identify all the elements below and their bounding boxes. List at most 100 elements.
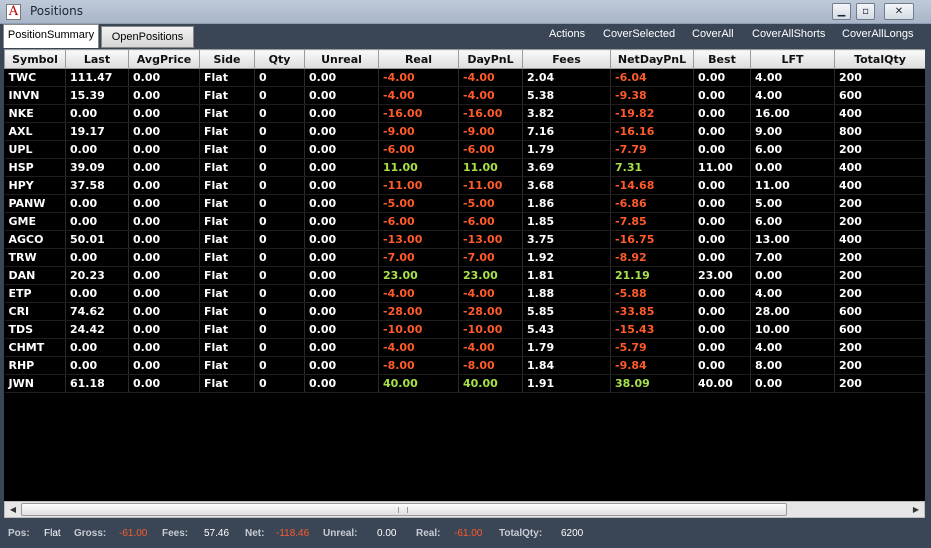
cover-all-shorts-button[interactable]: CoverAllShorts: [752, 28, 825, 40]
table-row[interactable]: CRI 74.62 0.00 Flat 0 0.00 -28.00 -28.00 5.85 -33…: [4, 302, 925, 321]
column-header-real[interactable]: Real: [378, 49, 459, 69]
cell-unreal: 0.00: [304, 374, 379, 393]
table-row[interactable]: UPL 0.00 0.00 Flat 0 0.00 -6.00 -6.00 1.79 -7.79 0…: [4, 140, 925, 159]
column-header-avgprice[interactable]: AvgPrice: [128, 49, 200, 69]
cell-unreal: 0.00: [304, 302, 379, 321]
cover-all-button[interactable]: CoverAll: [692, 28, 734, 40]
close-button[interactable]: ✕: [884, 3, 914, 20]
cell-unreal: 0.00: [304, 176, 379, 195]
positions-table: Symbol Last AvgPrice Side Qty Unreal Real DayPn…: [4, 49, 925, 393]
cell-netdaypnl: -5.88: [610, 284, 694, 303]
status-unreal-value: 0.00: [377, 528, 397, 539]
tab-open-positions[interactable]: OpenPositions: [101, 26, 194, 48]
table-row[interactable]: NKE 0.00 0.00 Flat 0 0.00 -16.00 -16.00 3.82 -19.…: [4, 104, 925, 123]
table-row[interactable]: PANW 0.00 0.00 Flat 0 0.00 -5.00 -5.00 1.86 -6.86…: [4, 194, 925, 213]
cell-last: 0.00: [65, 248, 129, 267]
table-row[interactable]: INVN 15.39 0.00 Flat 0 0.00 -4.00 -4.00 5.38 -9.3…: [4, 86, 925, 105]
status-totalqty-value: 6200: [561, 528, 584, 539]
cell-unreal: 0.00: [304, 266, 379, 285]
column-header-lft[interactable]: LFT: [750, 49, 835, 69]
cell-fees: 1.92: [522, 248, 611, 267]
cell-last: 61.18: [65, 374, 129, 393]
cover-all-longs-button[interactable]: CoverAllLongs: [842, 28, 914, 40]
cell-fees: 1.91: [522, 374, 611, 393]
column-header-symbol[interactable]: Symbol: [4, 49, 66, 69]
title-bar[interactable]: A Positions ▁ ▫ ✕: [0, 0, 931, 24]
cell-netdaypnl: -7.85: [610, 212, 694, 231]
table-row[interactable]: AGCO 50.01 0.00 Flat 0 0.00 -13.00 -13.00 3.75 -1…: [4, 230, 925, 249]
table-row[interactable]: AXL 19.17 0.00 Flat 0 0.00 -9.00 -9.00 7.16 -16.1…: [4, 122, 925, 141]
status-net-value: -118.46: [276, 528, 310, 539]
cell-side: Flat: [199, 68, 255, 87]
table-row[interactable]: CHMT 0.00 0.00 Flat 0 0.00 -4.00 -4.00 1.79 -5.79…: [4, 338, 925, 357]
horizontal-scrollbar[interactable]: ◀ ▶: [4, 501, 925, 518]
cell-qty: 0: [254, 104, 305, 123]
cell-qty: 0: [254, 266, 305, 285]
cell-totalqty: 200: [834, 194, 925, 213]
cell-last: 111.47: [65, 68, 129, 87]
cell-fees: 2.04: [522, 68, 611, 87]
cell-netdaypnl: -19.82: [610, 104, 694, 123]
column-header-side[interactable]: Side: [199, 49, 255, 69]
cell-totalqty: 600: [834, 320, 925, 339]
column-header-qty[interactable]: Qty: [254, 49, 305, 69]
cell-last: 0.00: [65, 140, 129, 159]
scroll-right-button[interactable]: ▶: [908, 502, 924, 517]
cell-symbol: DAN: [4, 266, 66, 285]
cell-real: -6.00: [378, 212, 459, 231]
cell-totalqty: 200: [834, 248, 925, 267]
table-row[interactable]: HSP 39.09 0.00 Flat 0 0.00 11.00 11.00 3.69 7.31 1…: [4, 158, 925, 177]
cell-lft: 10.00: [750, 320, 835, 339]
cell-last: 74.62: [65, 302, 129, 321]
table-row[interactable]: TWC 111.47 0.00 Flat 0 0.00 -4.00 -4.00 2.04 -6.0…: [4, 68, 925, 87]
cell-daypnl: -4.00: [458, 86, 523, 105]
column-header-best[interactable]: Best: [693, 49, 751, 69]
column-header-unreal[interactable]: Unreal: [304, 49, 379, 69]
column-header-netdaypnl[interactable]: NetDayPnL: [610, 49, 694, 69]
actions-menu[interactable]: Actions: [549, 28, 585, 40]
positions-window: A Positions ▁ ▫ ✕ PositionSummary OpenPo…: [0, 0, 931, 548]
cell-best: 0.00: [693, 86, 751, 105]
cover-selected-button[interactable]: CoverSelected: [603, 28, 675, 40]
cell-lft: 4.00: [750, 86, 835, 105]
cell-avgprice: 0.00: [128, 284, 200, 303]
table-header-row: Symbol Last AvgPrice Side Qty Unreal Real DayPn…: [4, 49, 925, 69]
maximize-button[interactable]: ▫: [856, 3, 875, 20]
cell-totalqty: 400: [834, 104, 925, 123]
table-row[interactable]: GME 0.00 0.00 Flat 0 0.00 -6.00 -6.00 1.85 -7.85 0…: [4, 212, 925, 231]
cell-qty: 0: [254, 212, 305, 231]
table-row[interactable]: HPY 37.58 0.00 Flat 0 0.00 -11.00 -11.00 3.68 -14…: [4, 176, 925, 195]
cell-totalqty: 600: [834, 302, 925, 321]
table-row[interactable]: ETP 0.00 0.00 Flat 0 0.00 -4.00 -4.00 1.88 -5.88 0…: [4, 284, 925, 303]
table-row[interactable]: TRW 0.00 0.00 Flat 0 0.00 -7.00 -7.00 1.92 -8.92 0…: [4, 248, 925, 267]
table-row[interactable]: TDS 24.42 0.00 Flat 0 0.00 -10.00 -10.00 5.43 -15…: [4, 320, 925, 339]
cell-avgprice: 0.00: [128, 320, 200, 339]
scroll-thumb[interactable]: [21, 503, 787, 516]
minimize-icon: ▁: [837, 6, 846, 17]
cell-qty: 0: [254, 302, 305, 321]
cell-daypnl: -7.00: [458, 248, 523, 267]
table-row[interactable]: RHP 0.00 0.00 Flat 0 0.00 -8.00 -8.00 1.84 -9.84 0…: [4, 356, 925, 375]
tab-position-summary[interactable]: PositionSummary: [3, 24, 99, 48]
minimize-button[interactable]: ▁: [832, 3, 851, 20]
table-row[interactable]: JWN 61.18 0.00 Flat 0 0.00 40.00 40.00 1.91 38.09…: [4, 374, 925, 393]
cell-real: -9.00: [378, 122, 459, 141]
column-header-fees[interactable]: Fees: [522, 49, 611, 69]
cell-netdaypnl: 7.31: [610, 158, 694, 177]
cell-daypnl: -28.00: [458, 302, 523, 321]
cell-avgprice: 0.00: [128, 212, 200, 231]
cell-side: Flat: [199, 320, 255, 339]
cell-real: 23.00: [378, 266, 459, 285]
scroll-left-button[interactable]: ◀: [5, 502, 21, 517]
cell-daypnl: -8.00: [458, 356, 523, 375]
cell-real: -8.00: [378, 356, 459, 375]
column-header-totalqty[interactable]: TotalQty: [834, 49, 925, 69]
cell-fees: 3.68: [522, 176, 611, 195]
toolbar: PositionSummary OpenPositions Actions Co…: [0, 24, 931, 48]
cell-lft: 0.00: [750, 374, 835, 393]
cell-unreal: 0.00: [304, 86, 379, 105]
column-header-last[interactable]: Last: [65, 49, 129, 69]
cell-lft: 6.00: [750, 140, 835, 159]
column-header-daypnl[interactable]: DayPnL: [458, 49, 523, 69]
table-row[interactable]: DAN 20.23 0.00 Flat 0 0.00 23.00 23.00 1.81 21.19…: [4, 266, 925, 285]
